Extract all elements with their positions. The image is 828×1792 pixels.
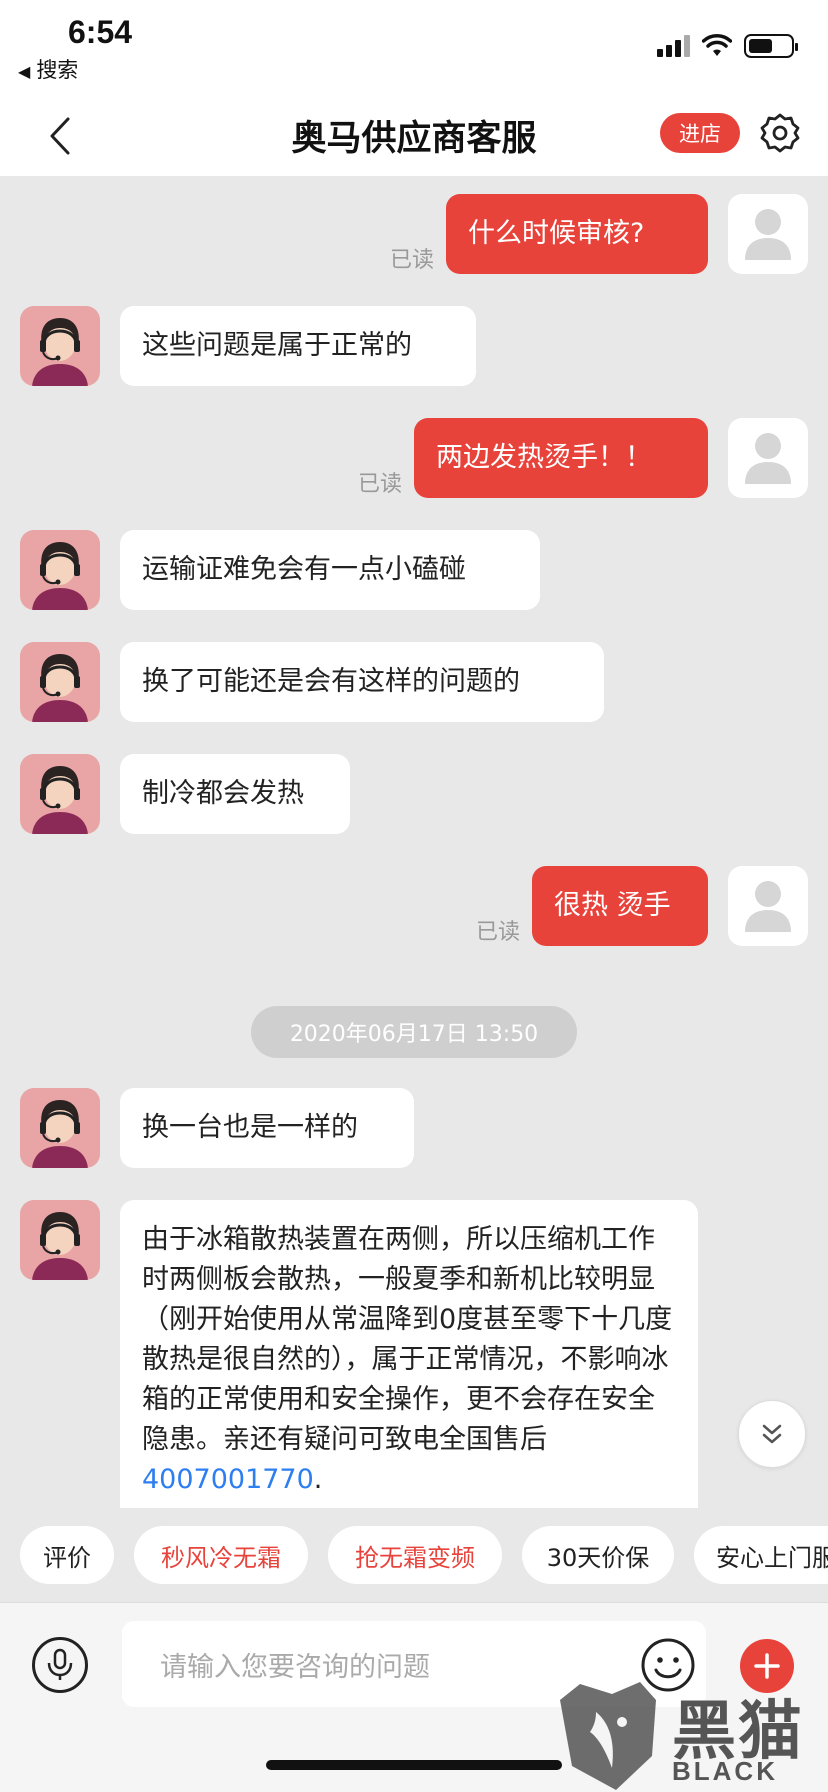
back-to-app-link[interactable]: ◀ 搜索 <box>18 54 78 84</box>
quick-chip[interactable]: 30天价保 <box>522 1526 674 1584</box>
incoming-message-bubble[interactable]: 换了可能还是会有这样的问题的 <box>120 642 604 722</box>
cellular-signal-icon <box>657 35 690 57</box>
message-text: 由于冰箱散热装置在两侧，所以压缩机工作时两侧板会散热，一般夏季和新机比较明显（刚… <box>142 1224 673 1455</box>
battery-icon <box>744 34 798 58</box>
user-placeholder-icon <box>745 433 791 484</box>
scroll-to-bottom-button[interactable] <box>738 1400 806 1468</box>
agent-avatar[interactable] <box>20 306 100 386</box>
incoming-message-bubble[interactable]: 制冷都会发热 <box>120 754 350 834</box>
read-receipt: 已读 <box>476 920 521 945</box>
back-triangle-icon: ◀ <box>18 62 31 81</box>
outgoing-message-bubble[interactable]: 很热 烫手 <box>532 866 708 946</box>
user-placeholder-icon <box>745 881 791 932</box>
quick-chip[interactable]: 评价 <box>20 1526 114 1584</box>
quick-chip[interactable]: 安心上门服 <box>694 1526 828 1584</box>
phone-number-link[interactable]: 4007001770 <box>142 1464 314 1495</box>
enter-shop-button[interactable]: 进店 <box>660 113 740 153</box>
incoming-message-bubble[interactable]: 换一台也是一样的 <box>120 1088 414 1168</box>
incoming-message-bubble[interactable]: 这些问题是属于正常的 <box>120 306 476 386</box>
user-placeholder-icon <box>745 209 791 260</box>
agent-headset-avatar-icon <box>32 542 88 610</box>
agent-avatar[interactable] <box>20 1200 100 1280</box>
incoming-message-bubble[interactable]: 运输证难免会有一点小磕碰 <box>120 530 540 610</box>
agent-avatar[interactable] <box>20 530 100 610</box>
agent-headset-avatar-icon <box>32 1100 88 1168</box>
quick-chip[interactable]: 秒风冷无霜 <box>134 1526 308 1584</box>
timestamp-divider: 2020年06月17日 13:50 <box>251 1006 577 1058</box>
agent-headset-avatar-icon <box>32 318 88 386</box>
back-app-label: 搜索 <box>36 58 79 82</box>
agent-headset-avatar-icon <box>32 766 88 834</box>
message-suffix: . <box>313 1464 323 1495</box>
watermark-brand-en: BLACK CAT <box>672 1756 778 1792</box>
home-indicator <box>266 1760 562 1770</box>
user-avatar[interactable] <box>728 194 808 274</box>
status-time: 6:54 <box>68 14 133 50</box>
incoming-message-bubble[interactable]: 由于冰箱散热装置在两侧，所以压缩机工作时两侧板会散热，一般夏季和新机比较明显（刚… <box>120 1200 698 1508</box>
agent-headset-avatar-icon <box>32 654 88 722</box>
agent-avatar[interactable] <box>20 754 100 834</box>
quick-reply-bar: 评价 秒风冷无霜 抢无霜变频 30天价保 安心上门服 <box>0 1508 828 1596</box>
voice-input-button[interactable] <box>32 1637 88 1693</box>
chat-header: 奥马供应商客服 进店 <box>0 96 828 176</box>
outgoing-message-bubble[interactable]: 什么时候审核? <box>446 194 708 274</box>
wifi-icon <box>702 34 732 56</box>
gear-icon <box>760 113 800 153</box>
system-icons <box>657 34 798 58</box>
settings-button[interactable] <box>756 109 804 157</box>
agent-avatar[interactable] <box>20 1088 100 1168</box>
quick-chip[interactable]: 抢无霜变频 <box>328 1526 502 1584</box>
read-receipt: 已读 <box>358 472 403 497</box>
user-avatar[interactable] <box>728 418 808 498</box>
outgoing-message-bubble[interactable]: 两边发热烫手！！ <box>414 418 708 498</box>
user-avatar[interactable] <box>728 866 808 946</box>
agent-headset-avatar-icon <box>32 1212 88 1280</box>
top-bar: 6:54 ◀ 搜索 奥马供应商客服 进店 <box>0 0 828 176</box>
agent-avatar[interactable] <box>20 642 100 722</box>
microphone-icon <box>47 1648 73 1680</box>
double-chevron-down-icon <box>762 1424 782 1444</box>
read-receipt: 已读 <box>390 248 435 273</box>
